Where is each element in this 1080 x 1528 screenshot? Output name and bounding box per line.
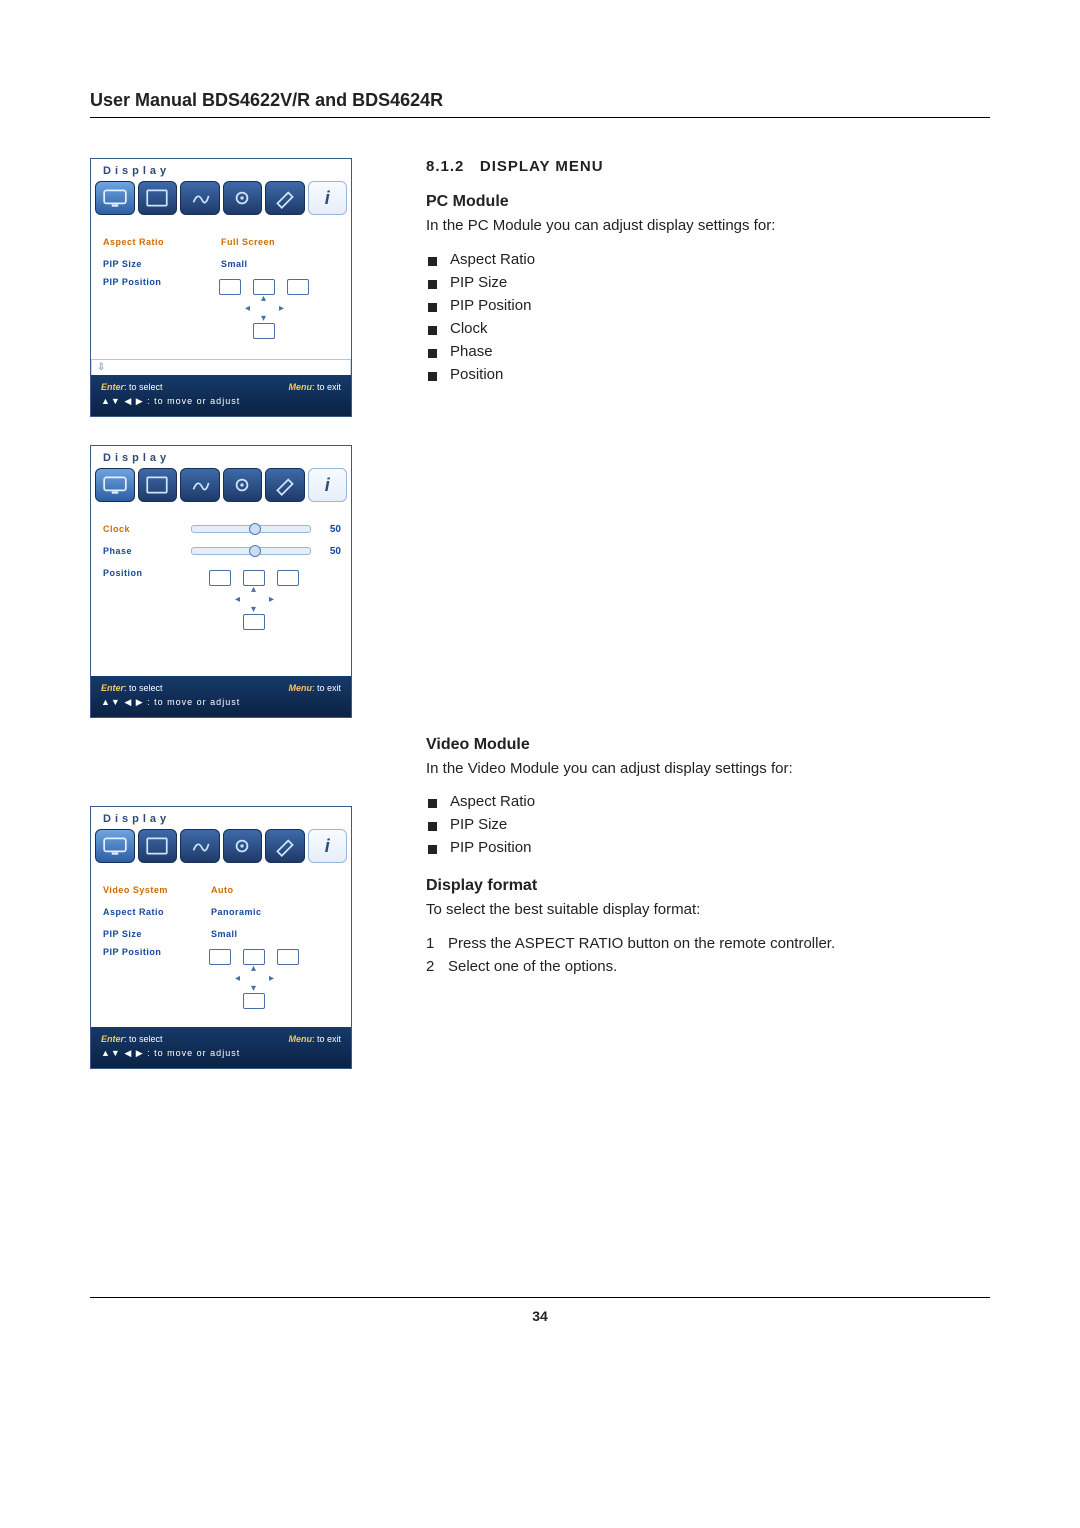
- pip-position-widget: ◂ ▸ ▴ ▾: [219, 279, 309, 337]
- row-value: Auto: [211, 885, 234, 895]
- video-module-list: Aspect Ratio PIP Size PIP Position: [426, 790, 990, 859]
- row-value: Panoramic: [211, 907, 262, 917]
- osd-footer: Enter: to selectMenu: to exit ▲▼ ◀ ▶ : t…: [91, 375, 351, 416]
- info-tab-icon: i: [308, 181, 348, 215]
- row-value: Small: [211, 929, 238, 939]
- settings-tab-icon: [223, 468, 263, 502]
- row-label: PIP Size: [103, 259, 191, 269]
- tools-tab-icon: [265, 468, 305, 502]
- slider-value: 50: [317, 524, 341, 535]
- pip-position-widget: ◂ ▸ ▴ ▾: [209, 949, 299, 1007]
- page-footer: 34: [90, 1297, 990, 1324]
- display-format-heading: Display format: [426, 877, 990, 895]
- row-label: Aspect Ratio: [103, 237, 191, 247]
- slider: [191, 525, 311, 533]
- osd-footer: Enter: to selectMenu: to exit ▲▼ ◀ ▶ : t…: [91, 676, 351, 717]
- osd-title: Display: [91, 807, 351, 827]
- list-item: PIP Size: [426, 271, 990, 294]
- row-label: Clock: [103, 524, 191, 534]
- slider: [191, 547, 311, 555]
- osd-panel-pc1: Display i Aspect Ratio Full Screen PIP Si…: [90, 158, 352, 417]
- osd-tabs: i: [91, 179, 351, 219]
- row-label: Phase: [103, 546, 191, 556]
- list-item: Position: [426, 363, 990, 386]
- pc-module-list: Aspect Ratio PIP Size PIP Position Clock…: [426, 248, 990, 386]
- display-format-intro: To select the best suitable display form…: [426, 899, 990, 922]
- row-label: Video System: [103, 885, 191, 895]
- video-module-heading: Video Module: [426, 736, 990, 754]
- list-item: Phase: [426, 340, 990, 363]
- display-format-steps: 1Press the ASPECT RATIO button on the re…: [426, 932, 990, 978]
- row-value: Full Screen: [221, 237, 275, 247]
- row-value: Small: [221, 259, 248, 269]
- picture-tab-icon: [138, 829, 178, 863]
- display-tab-icon: [95, 181, 135, 215]
- list-item: 2Select one of the options.: [426, 955, 990, 978]
- row-label: Aspect Ratio: [103, 907, 191, 917]
- section-heading: 8.1.2 DISPLAY MENU: [426, 158, 990, 175]
- slider-value: 50: [317, 546, 341, 557]
- row-label: PIP Size: [103, 929, 191, 939]
- tools-tab-icon: [265, 829, 305, 863]
- osd-title: Display: [91, 159, 351, 179]
- audio-tab-icon: [180, 181, 220, 215]
- row-label: PIP Position: [103, 947, 191, 957]
- tools-tab-icon: [265, 181, 305, 215]
- osd-panel-video: Display i Video System Auto Aspect Ratio P…: [90, 806, 352, 1069]
- pc-module-intro: In the PC Module you can adjust display …: [426, 215, 990, 238]
- info-tab-icon: i: [308, 829, 348, 863]
- position-widget: ◂ ▸ ▴ ▾: [209, 570, 299, 628]
- pc-module-heading: PC Module: [426, 193, 990, 211]
- figures-column: Display i Aspect Ratio Full Screen PIP Si…: [90, 158, 390, 1097]
- video-module-intro: In the Video Module you can adjust displ…: [426, 758, 990, 781]
- audio-tab-icon: [180, 468, 220, 502]
- display-tab-icon: [95, 468, 135, 502]
- text-column: 8.1.2 DISPLAY MENU PC Module In the PC M…: [426, 158, 990, 1097]
- osd-footer: Enter: to selectMenu: to exit ▲▼ ◀ ▶ : t…: [91, 1027, 351, 1068]
- row-label: PIP Position: [103, 277, 191, 287]
- audio-tab-icon: [180, 829, 220, 863]
- list-item: PIP Position: [426, 836, 990, 859]
- list-item: PIP Size: [426, 813, 990, 836]
- list-item: PIP Position: [426, 294, 990, 317]
- list-item: Clock: [426, 317, 990, 340]
- settings-tab-icon: [223, 829, 263, 863]
- picture-tab-icon: [138, 468, 178, 502]
- picture-tab-icon: [138, 181, 178, 215]
- list-item: Aspect Ratio: [426, 790, 990, 813]
- osd-panel-pc2: Display i Clock 50 Phase 50 Position: [90, 445, 352, 718]
- list-item: 1Press the ASPECT RATIO button on the re…: [426, 932, 990, 955]
- scroll-down-icon: ⇩: [91, 359, 351, 375]
- list-item: Aspect Ratio: [426, 248, 990, 271]
- settings-tab-icon: [223, 181, 263, 215]
- info-tab-icon: i: [308, 468, 348, 502]
- display-tab-icon: [95, 829, 135, 863]
- manual-header: User Manual BDS4622V/R and BDS4624R: [90, 90, 990, 118]
- osd-title: Display: [91, 446, 351, 466]
- row-label: Position: [103, 568, 191, 578]
